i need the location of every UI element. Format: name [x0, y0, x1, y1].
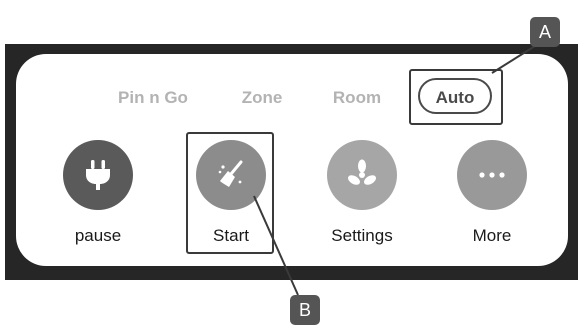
- tab-room[interactable]: Room: [324, 83, 390, 113]
- more-button[interactable]: More: [447, 140, 537, 250]
- fan-icon: [348, 159, 376, 185]
- more-button-circle[interactable]: [457, 140, 527, 210]
- ellipsis-icon: [479, 172, 505, 178]
- callout-badge-a: A: [530, 17, 560, 47]
- tab-zone[interactable]: Zone: [232, 83, 292, 113]
- more-label: More: [472, 226, 512, 245]
- callout-box-b: [186, 132, 274, 254]
- plug-icon: [86, 160, 110, 190]
- screenshot-stage: Pin n Go Zone Room Auto pause Start Sett…: [0, 0, 584, 328]
- settings-button-circle[interactable]: [327, 140, 397, 210]
- settings-button[interactable]: Settings: [317, 140, 407, 250]
- callout-box-a: [409, 69, 503, 125]
- pause-button[interactable]: pause: [53, 140, 143, 250]
- settings-label: Settings: [331, 226, 393, 245]
- pause-button-circle[interactable]: [63, 140, 133, 210]
- callout-badge-b: B: [290, 295, 320, 325]
- tab-pin-n-go[interactable]: Pin n Go: [107, 83, 199, 113]
- pause-label: pause: [74, 226, 122, 245]
